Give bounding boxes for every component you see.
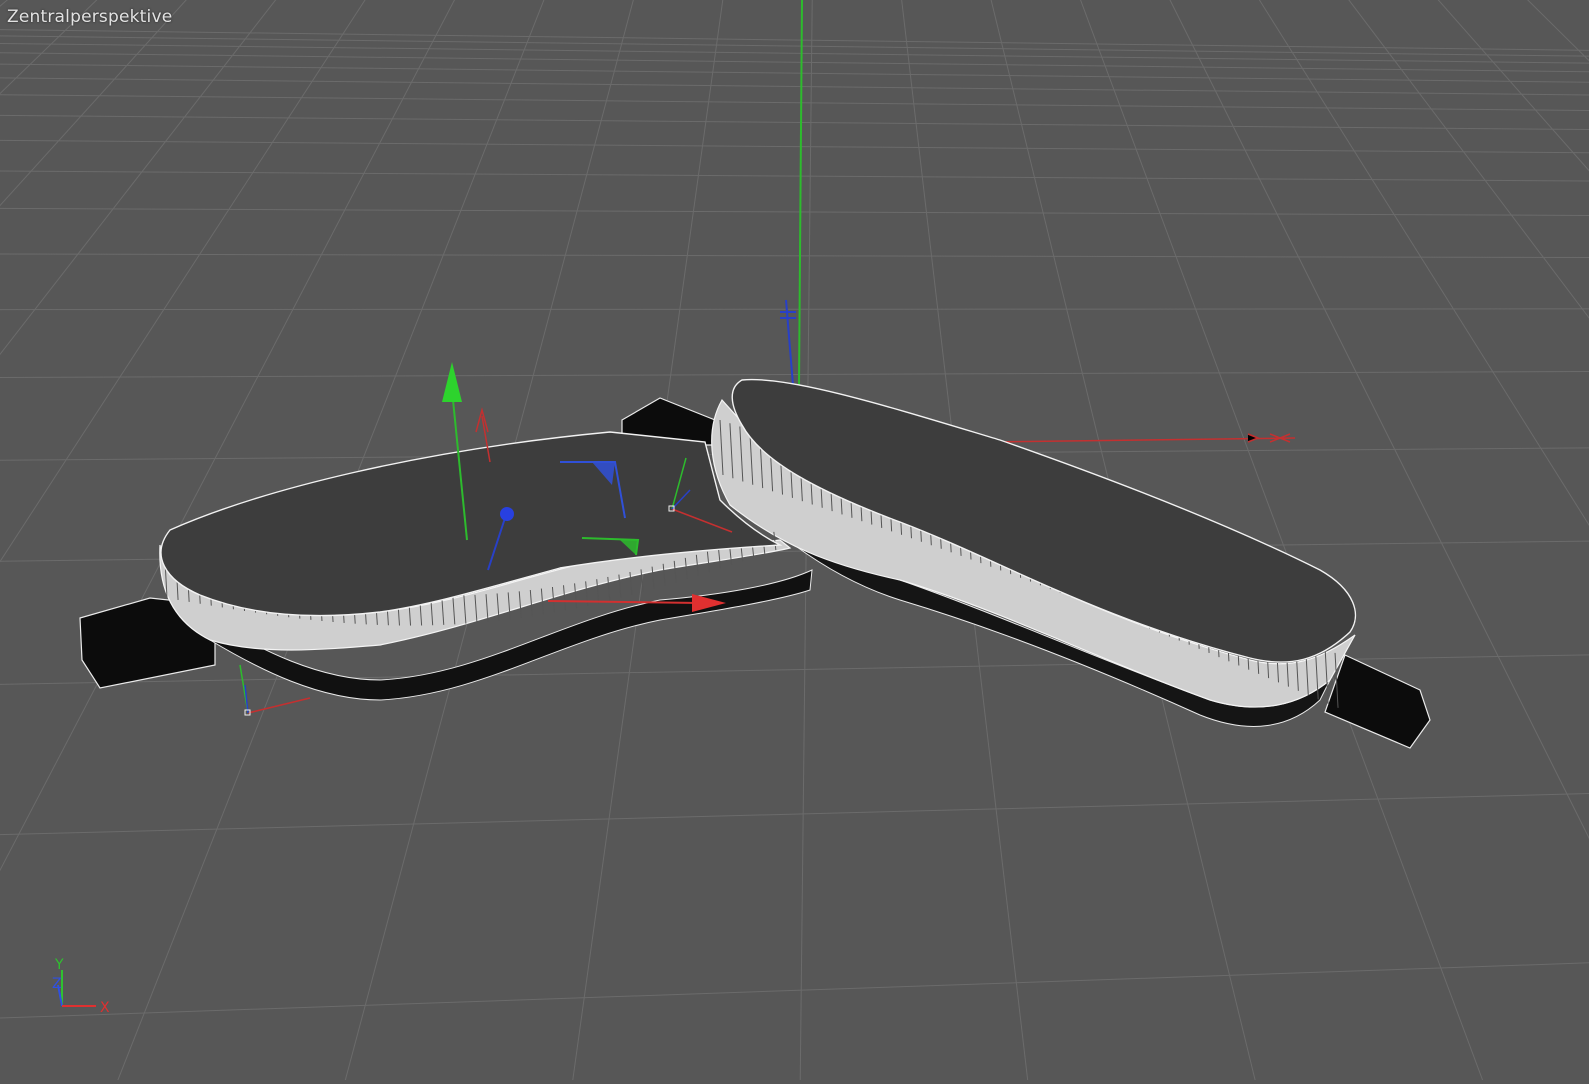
axis-indicator-y-label: Y	[54, 957, 64, 973]
3d-viewport[interactable]: Y Z X Zentralperspektive	[0, 0, 1589, 1084]
viewport-title[interactable]: Zentralperspektive	[7, 7, 172, 27]
gizmo-z-handle[interactable]	[500, 507, 514, 521]
axis-indicator-z-label: Z	[52, 976, 62, 992]
axis-indicator-x-label: X	[100, 1000, 110, 1016]
